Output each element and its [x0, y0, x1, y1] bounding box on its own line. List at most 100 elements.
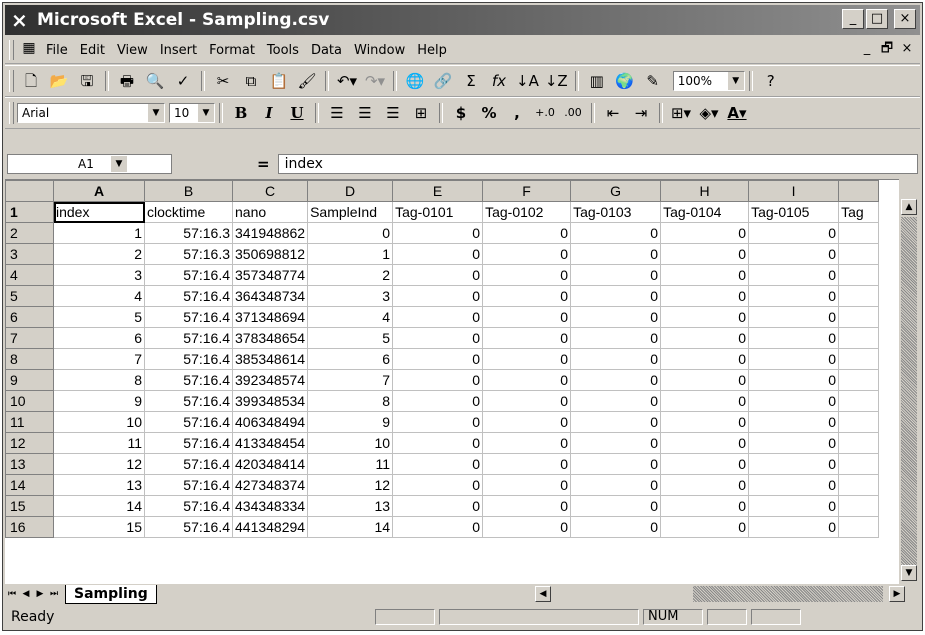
cell[interactable]: 0: [482, 348, 572, 370]
menu-format[interactable]: Format: [203, 43, 261, 58]
scroll-left-button[interactable]: ◀: [535, 586, 551, 602]
hyperlink-icon[interactable]: 🌐: [404, 70, 426, 92]
cell[interactable]: 0: [392, 432, 484, 454]
row-header[interactable]: 12: [5, 432, 54, 454]
cell[interactable]: 12: [53, 453, 145, 475]
print-icon[interactable]: 🖶: [116, 70, 138, 92]
cell[interactable]: 0: [660, 348, 750, 370]
menu-file[interactable]: File: [40, 43, 74, 58]
cell[interactable]: 0: [392, 327, 484, 349]
cell[interactable]: 0: [570, 285, 662, 307]
italic-button[interactable]: I: [258, 102, 280, 124]
sort-ascending-icon[interactable]: ↓A: [516, 70, 539, 92]
cell[interactable]: 6: [307, 348, 394, 370]
column-header[interactable]: G: [570, 180, 662, 202]
row-header[interactable]: 13: [5, 453, 54, 475]
column-header[interactable]: [838, 180, 880, 202]
excel-app-icon[interactable]: ⨯: [11, 10, 31, 30]
cell[interactable]: 0: [660, 516, 750, 538]
formula-equals[interactable]: =: [257, 155, 270, 173]
vertical-scrollbar[interactable]: ▲ ▼: [900, 179, 918, 583]
cell[interactable]: 4: [53, 285, 145, 307]
cell[interactable]: 0: [392, 222, 484, 244]
column-header[interactable]: D: [307, 180, 394, 202]
cell[interactable]: 0: [482, 222, 572, 244]
cell[interactable]: 0: [660, 243, 750, 265]
autosum-icon[interactable]: Σ: [460, 70, 482, 92]
chevron-down-icon[interactable]: ▼: [198, 104, 214, 122]
cell[interactable]: 0: [570, 369, 662, 391]
cell[interactable]: 392348574: [231, 369, 309, 391]
cell[interactable]: 0: [570, 474, 662, 496]
cell[interactable]: 0: [660, 306, 750, 328]
help-icon[interactable]: ?: [760, 70, 782, 92]
cell[interactable]: 57:16.4: [144, 411, 233, 433]
menu-view[interactable]: View: [111, 43, 154, 58]
cell[interactable]: nano: [231, 201, 309, 223]
vertical-scroll-track[interactable]: [901, 217, 917, 565]
cell[interactable]: 0: [570, 411, 662, 433]
cell[interactable]: 0: [482, 369, 572, 391]
cell[interactable]: 13: [307, 495, 394, 517]
name-box[interactable]: A1 ▼: [7, 154, 172, 174]
cell[interactable]: 0: [748, 243, 840, 265]
cell[interactable]: 6: [53, 327, 145, 349]
cell[interactable]: 0: [748, 516, 840, 538]
toolbar-grip[interactable]: [9, 102, 14, 124]
cell[interactable]: [838, 432, 880, 454]
cell[interactable]: 0: [748, 495, 840, 517]
column-header[interactable]: I: [748, 180, 840, 202]
cell[interactable]: 0: [570, 306, 662, 328]
copy-icon[interactable]: ⧉: [240, 70, 262, 92]
cell[interactable]: 0: [748, 411, 840, 433]
cell[interactable]: 0: [748, 222, 840, 244]
column-header[interactable]: A: [53, 180, 145, 202]
close-button[interactable]: ×: [894, 9, 916, 29]
increase-decimal-icon[interactable]: +.0: [534, 102, 556, 124]
cell[interactable]: 441348294: [231, 516, 309, 538]
cell[interactable]: 371348694: [231, 306, 309, 328]
scroll-right-button[interactable]: ▶: [889, 586, 905, 602]
cell[interactable]: 0: [392, 264, 484, 286]
cell[interactable]: 0: [392, 411, 484, 433]
increase-indent-icon[interactable]: ⇥: [630, 102, 652, 124]
font-size-combo[interactable]: 10 ▼: [169, 103, 215, 123]
bold-button[interactable]: B: [230, 102, 252, 124]
cell[interactable]: 0: [660, 222, 750, 244]
cell[interactable]: 0: [748, 306, 840, 328]
cell[interactable]: 14: [53, 495, 145, 517]
row-header[interactable]: 4: [5, 264, 54, 286]
cell[interactable]: 57:16.4: [144, 390, 233, 412]
cell[interactable]: [838, 369, 880, 391]
doc-minimize-button[interactable]: _: [858, 40, 876, 58]
cell[interactable]: 57:16.3: [144, 222, 233, 244]
cell[interactable]: [838, 453, 880, 475]
cell[interactable]: 350698812: [231, 243, 309, 265]
cell[interactable]: 427348374: [231, 474, 309, 496]
maximize-button[interactable]: □: [866, 9, 888, 29]
toolbar-grip[interactable]: [9, 70, 14, 92]
cell[interactable]: 0: [748, 369, 840, 391]
cell[interactable]: 9: [307, 411, 394, 433]
cell[interactable]: 11: [307, 453, 394, 475]
cell[interactable]: 357348774: [231, 264, 309, 286]
currency-button[interactable]: $: [450, 102, 472, 124]
cell[interactable]: 0: [482, 474, 572, 496]
row-header[interactable]: 11: [5, 411, 54, 433]
cell[interactable]: clocktime: [144, 201, 233, 223]
font-combo[interactable]: Arial ▼: [17, 103, 165, 123]
row-header[interactable]: 9: [5, 369, 54, 391]
chevron-down-icon[interactable]: ▼: [727, 72, 744, 90]
formula-input[interactable]: index: [277, 154, 918, 174]
scroll-up-button[interactable]: ▲: [901, 199, 917, 215]
horizontal-scrollbar[interactable]: ◀ ▶: [535, 586, 905, 602]
save-icon[interactable]: 🖫: [76, 70, 98, 92]
cell[interactable]: [838, 474, 880, 496]
cell[interactable]: [838, 516, 880, 538]
row-header[interactable]: 6: [5, 306, 54, 328]
cell[interactable]: 0: [748, 432, 840, 454]
cell[interactable]: 5: [53, 306, 145, 328]
cell[interactable]: 0: [482, 306, 572, 328]
cell[interactable]: 0: [570, 390, 662, 412]
cell[interactable]: 0: [660, 411, 750, 433]
